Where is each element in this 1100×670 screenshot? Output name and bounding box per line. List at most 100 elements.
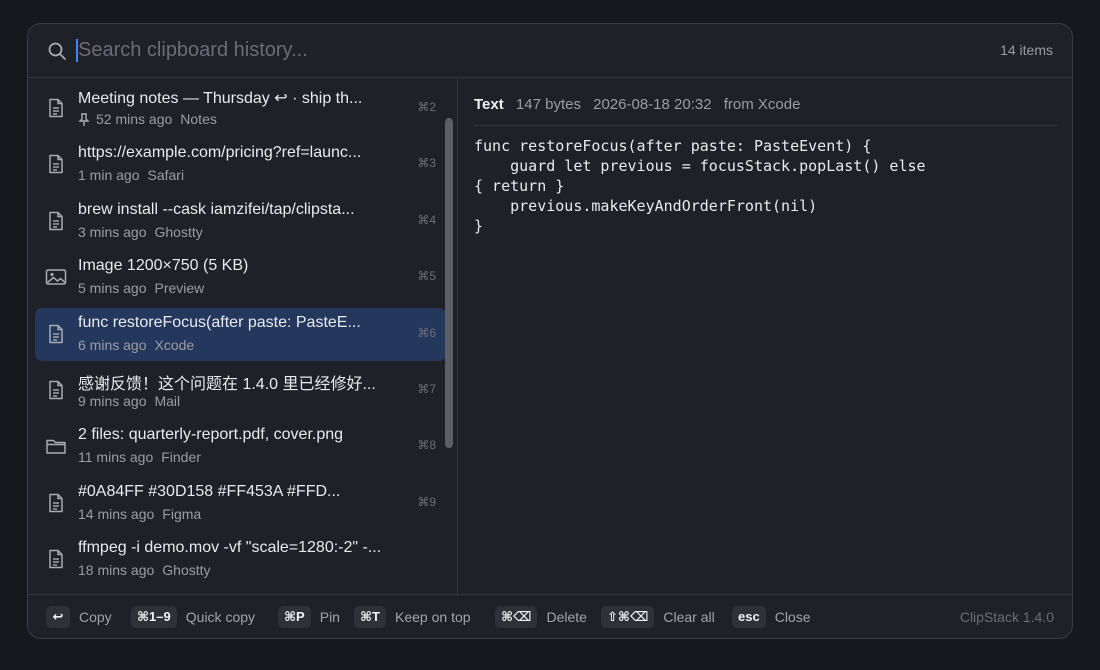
shortcut-key: ⌘⌫ [495, 606, 538, 628]
text-document-icon [45, 379, 67, 401]
item-meta: 18 mins ago Ghostty [78, 562, 211, 578]
list-item[interactable]: #0A84FF #30D158 #FF453A #FFD... 14 mins a… [35, 477, 446, 530]
item-title: 2 files: quarterly-report.pdf, cover.png [78, 426, 344, 444]
list-item[interactable]: Meeting notes — Thursday ↩ · ship th... 5… [35, 82, 446, 135]
shortcut-label: Close [774, 609, 811, 625]
shortcut-key: ↩ [46, 606, 70, 628]
shortcut-hint-keep-on-top[interactable]: ⌘T Keep on top [354, 606, 471, 628]
item-shortcut: ⌘3 [417, 156, 436, 171]
detail-header: Text 147 bytes 2026-08-18 20:32 from Xco… [474, 96, 1057, 126]
item-time: 6 mins ago [78, 336, 147, 353]
detail-date: 2026-08-18 20:32 [593, 96, 712, 113]
item-meta: 11 mins ago Finder [78, 449, 201, 465]
item-time: 52 mins ago [96, 111, 173, 127]
item-meta: 6 mins ago Xcode [78, 337, 194, 353]
item-meta: 3 mins ago Ghostty [78, 224, 203, 240]
folder-icon [45, 435, 67, 457]
item-meta: 1 min ago Safari [78, 167, 184, 183]
text-document-icon [45, 492, 67, 514]
item-time: 3 mins ago [78, 223, 147, 240]
item-title: #0A84FF #30D158 #FF453A #FFD... [78, 482, 341, 500]
shortcut-label: Keep on top [395, 609, 471, 625]
detail-source: from Xcode [723, 96, 801, 113]
detail-type: Text [474, 96, 504, 113]
pin-icon [78, 113, 90, 126]
shortcut-key: ⌘T [354, 606, 387, 628]
shortcut-hint-pin[interactable]: ⌘P Pin [278, 606, 340, 628]
shortcut-label: Copy [79, 609, 112, 625]
search-icon [48, 42, 66, 60]
item-time: 18 mins ago [78, 562, 155, 579]
shortcut-label: Clear all [663, 609, 715, 625]
item-shortcut: ⌘6 [417, 325, 436, 340]
item-title: ffmpeg -i demo.mov -vf "scale=1280:-2" -… [78, 539, 382, 557]
list-item[interactable]: https://example.com/pricing?ref=launc...… [35, 138, 446, 191]
text-document-icon [45, 548, 67, 570]
shortcut-key: ⌘P [278, 606, 311, 628]
text-document-icon [45, 210, 67, 232]
clipboard-list[interactable]: Meeting notes — Thursday ↩ · ship th... 5… [28, 78, 458, 596]
text-document-icon [45, 153, 67, 175]
text-document-icon [45, 323, 67, 345]
item-source-app: Ghostty [154, 223, 203, 240]
list-item[interactable]: 感谢反馈！这个问题在 1.4.0 里已经修好... 9 mins ago Mail ⌘… [35, 364, 446, 417]
shortcut-label: Delete [546, 609, 587, 625]
item-time: 5 mins ago [78, 280, 147, 297]
item-time: 14 mins ago [78, 505, 155, 522]
item-shortcut: ⌘8 [417, 438, 436, 453]
shortcut-label: Quick copy [185, 609, 256, 625]
shortcut-key: esc [732, 606, 766, 628]
item-source-app: Finder [161, 449, 201, 466]
shortcut-key: ⇧⌘⌫ [601, 606, 655, 628]
detail-size: 147 bytes [515, 96, 581, 113]
item-time: 1 min ago [78, 167, 140, 184]
item-title: Meeting notes — Thursday ↩ · ship th... [78, 90, 363, 107]
item-meta: 9 mins ago Mail [78, 393, 180, 409]
item-source-app: Mail [154, 393, 181, 409]
image-icon [45, 266, 67, 288]
item-source-app: Preview [154, 280, 205, 297]
item-title: brew install --cask iamzifei/tap/clipsta… [78, 200, 355, 218]
item-title: https://example.com/pricing?ref=launc... [78, 144, 362, 162]
item-meta: 52 mins ago Notes [78, 111, 217, 127]
item-title: 感谢反馈！这个问题在 1.4.0 里已经修好... [78, 376, 376, 393]
item-time: 9 mins ago [78, 393, 147, 409]
app-version: ClipStack 1.4.0 [959, 609, 1054, 625]
item-time: 11 mins ago [78, 449, 154, 466]
list-item[interactable]: func restoreFocus(after paste: PasteE...… [35, 307, 446, 361]
item-source-app: Figma [162, 505, 202, 522]
item-source-app: Xcode [154, 336, 195, 353]
shortcut-label: Pin [319, 609, 340, 625]
footer-bar: ↩ Copy ⌘1–9 Quick copy ⌘P Pin ⌘T Keep on top ⌘⌫ D… [28, 594, 1072, 638]
list-item[interactable]: Image 1200×750 (5 KB) 5 mins ago Preview ⌘5 [35, 251, 446, 304]
shortcut-hint-close[interactable]: esc Close [732, 606, 811, 628]
shortcut-hint-copy[interactable]: ↩ Copy [46, 606, 112, 628]
search-bar: 14 items [28, 24, 1072, 78]
item-source-app: Safari [147, 167, 185, 184]
item-count: 14 items [1000, 42, 1053, 58]
detail-pane: Text 147 bytes 2026-08-18 20:32 from Xco… [459, 78, 1072, 596]
item-title: func restoreFocus(after paste: PasteE... [78, 313, 361, 331]
item-shortcut: ⌘5 [417, 269, 436, 284]
shortcut-hint-clear-all[interactable]: ⇧⌘⌫ Clear all [601, 606, 715, 628]
list-item[interactable]: ffmpeg -i demo.mov -vf "scale=1280:-2" -… [35, 533, 446, 586]
shortcut-hint-delete[interactable]: ⌘⌫ Delete [495, 606, 587, 628]
item-meta: 14 mins ago Figma [78, 506, 201, 522]
item-shortcut: ⌘9 [417, 494, 436, 509]
list-item[interactable]: 2 files: quarterly-report.pdf, cover.png… [35, 420, 446, 473]
item-meta: 5 mins ago Preview [78, 280, 204, 296]
item-source-app: Notes [180, 111, 217, 127]
shortcut-hint-quick-copy[interactable]: ⌘1–9 Quick copy [131, 606, 255, 628]
detail-content: func restoreFocus(after paste: PasteEven… [474, 137, 926, 235]
item-shortcut: ⌘2 [417, 100, 436, 114]
list-item[interactable]: brew install --cask iamzifei/tap/clipsta… [35, 195, 446, 248]
item-source-app: Ghostty [162, 562, 211, 579]
shortcut-key: ⌘1–9 [131, 606, 177, 628]
search-input[interactable] [78, 34, 878, 66]
list-scrollbar[interactable] [445, 118, 453, 448]
item-shortcut: ⌘7 [417, 382, 436, 396]
item-shortcut: ⌘4 [417, 212, 436, 227]
item-title: Image 1200×750 (5 KB) [78, 257, 249, 275]
text-document-icon [45, 97, 67, 119]
clipboard-window: 14 items Meeting notes — Thursday ↩ · sh… [27, 23, 1073, 639]
